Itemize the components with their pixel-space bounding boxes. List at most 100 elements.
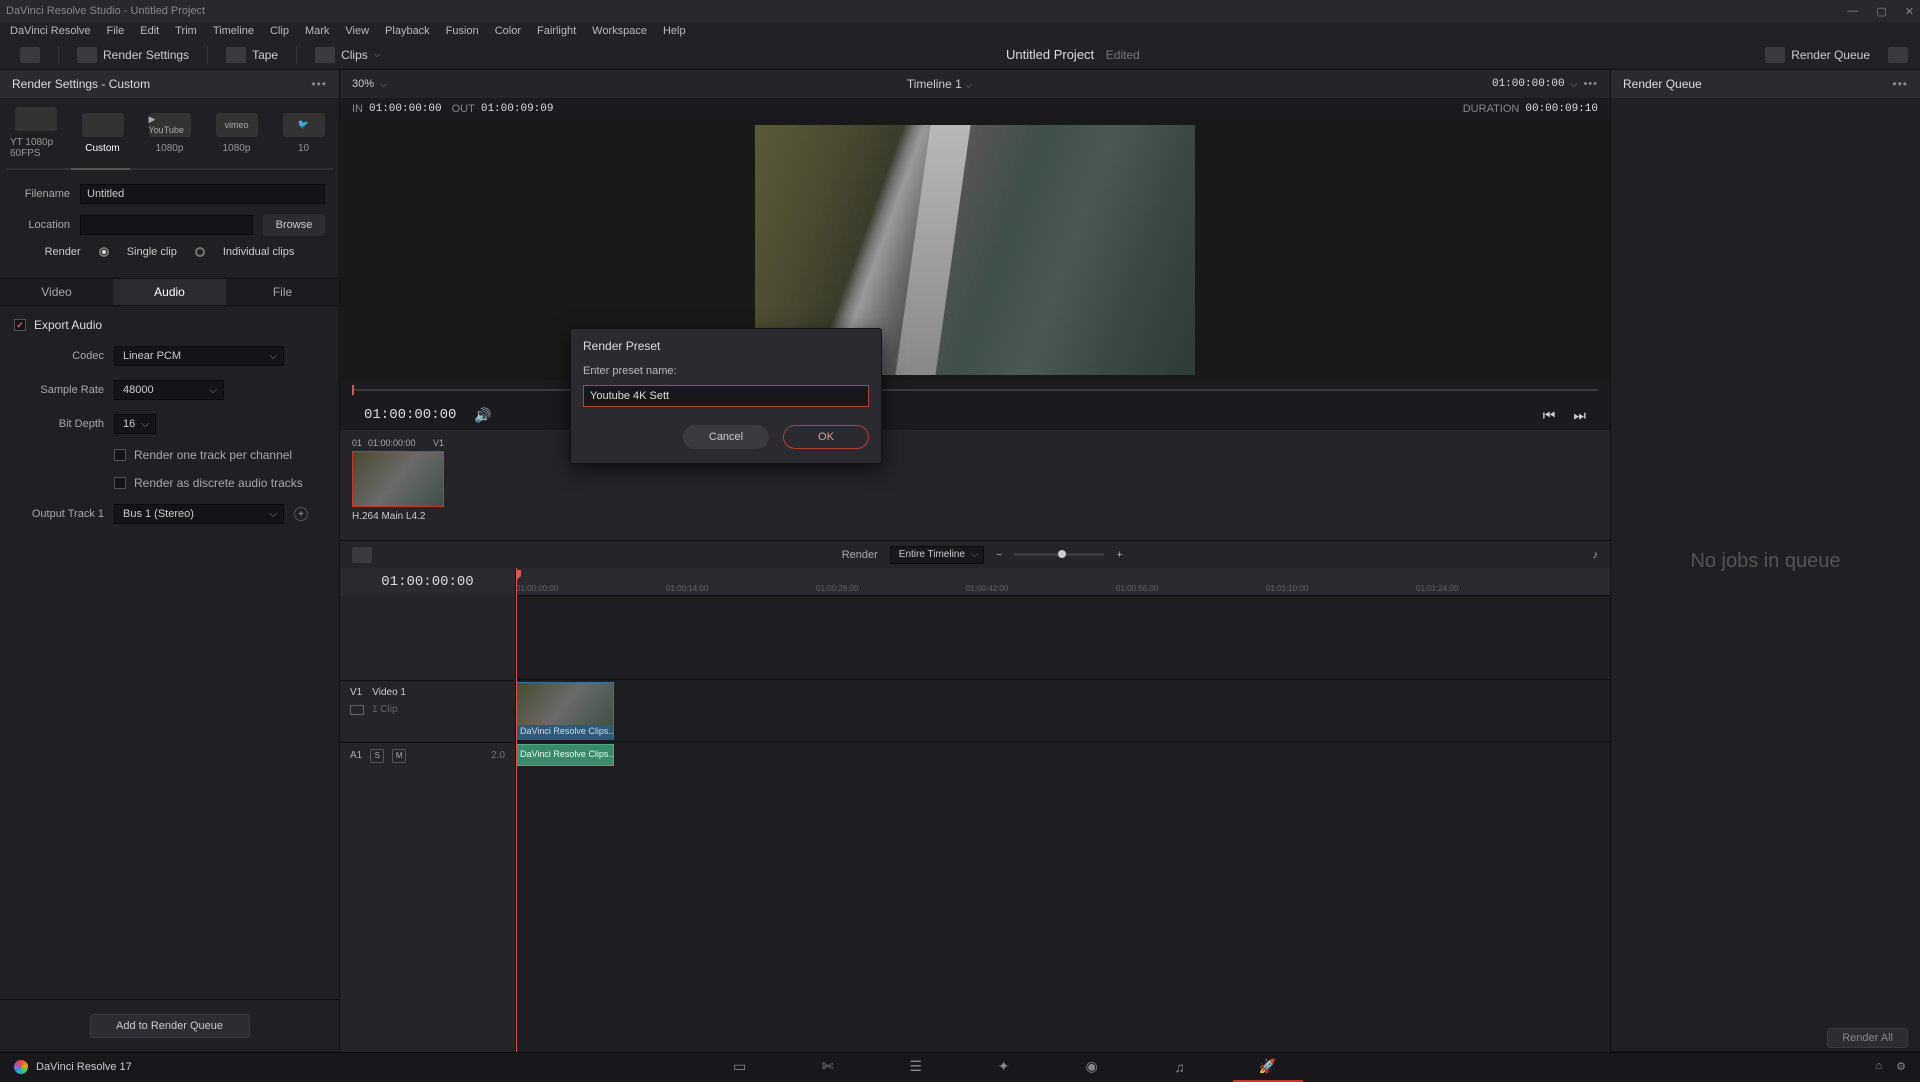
menu-view[interactable]: View: [345, 25, 369, 37]
viewer-timecode[interactable]: 01:00:00:00: [1492, 78, 1565, 90]
menu-fusion[interactable]: Fusion: [446, 25, 479, 37]
tab-file[interactable]: File: [226, 279, 339, 305]
menu-edit[interactable]: Edit: [140, 25, 159, 37]
render-all-button[interactable]: Render All: [1827, 1028, 1908, 1048]
clip-index: 01: [352, 438, 362, 448]
zoom-out-icon[interactable]: −: [996, 549, 1002, 561]
music-icon[interactable]: ♪: [1593, 549, 1599, 561]
export-audio-checkbox[interactable]: [14, 319, 26, 331]
clip-timecode: 01:00:00:00: [368, 438, 416, 448]
render-queue-title: Render Queue: [1623, 77, 1702, 91]
location-label: Location: [14, 219, 70, 231]
audio-track-header[interactable]: A1 S M 2.0: [340, 742, 515, 768]
cut-page-icon[interactable]: ✄: [819, 1058, 837, 1076]
viewer-timeline-name[interactable]: Timeline 1: [907, 77, 962, 91]
panel-menu-icon[interactable]: •••: [311, 77, 327, 91]
zoom-in-icon[interactable]: +: [1116, 549, 1122, 561]
in-label: IN: [352, 103, 363, 115]
render-one-track-checkbox[interactable]: [114, 449, 126, 461]
color-page-icon[interactable]: ◉: [1083, 1058, 1101, 1076]
codec-label: Codec: [14, 350, 104, 362]
solo-button[interactable]: S: [370, 749, 384, 763]
render-preset-dialog: Render Preset Enter preset name: Cancel …: [570, 328, 882, 464]
media-page-icon[interactable]: ▭: [731, 1058, 749, 1076]
edit-page-icon[interactable]: ☰: [907, 1058, 925, 1076]
tab-video[interactable]: Video: [0, 279, 113, 305]
menu-app[interactable]: DaVinci Resolve: [10, 25, 91, 37]
viewer-scrubber[interactable]: [340, 380, 1610, 400]
deliver-page-icon[interactable]: 🚀: [1259, 1058, 1277, 1076]
filename-label: Filename: [14, 188, 70, 200]
chevron-down-icon[interactable]: ⌵: [380, 79, 387, 90]
timeline-view-icon[interactable]: [352, 547, 372, 563]
individual-clips-radio[interactable]: [195, 247, 205, 257]
menu-workspace[interactable]: Workspace: [592, 25, 647, 37]
single-clip-radio[interactable]: [99, 247, 109, 257]
preset-twitter[interactable]: 🐦10: [278, 113, 329, 154]
deliver-icon-button[interactable]: [12, 45, 48, 65]
menu-color[interactable]: Color: [495, 25, 521, 37]
settings-icon[interactable]: ⚙: [1896, 1060, 1906, 1073]
location-input[interactable]: [80, 215, 253, 235]
home-icon[interactable]: ⌂: [1875, 1060, 1882, 1073]
add-to-render-queue-button[interactable]: Add to Render Queue: [90, 1014, 250, 1038]
tab-audio[interactable]: Audio: [113, 279, 226, 305]
bitdepth-dropdown[interactable]: 16: [114, 414, 156, 434]
render-range-dropdown[interactable]: Entire Timeline: [890, 546, 984, 564]
preset-name-input[interactable]: [583, 385, 869, 407]
menu-file[interactable]: File: [107, 25, 125, 37]
viewer-menu-icon[interactable]: •••: [1583, 78, 1598, 90]
mute-button[interactable]: M: [392, 749, 406, 763]
duration-label: DURATION: [1463, 103, 1520, 115]
render-range-label: Render: [842, 549, 878, 561]
render-queue-button[interactable]: Render Queue: [1757, 45, 1878, 65]
maximize-icon[interactable]: ▢: [1876, 5, 1886, 18]
expand-icon[interactable]: [1888, 47, 1908, 63]
timeline: 01:00:00:00 V1Video 1 1 Clip A1 S M 2.0 …: [340, 568, 1610, 1052]
menu-fairlight[interactable]: Fairlight: [537, 25, 576, 37]
preset-custom[interactable]: Custom: [77, 113, 128, 154]
viewer-zoom[interactable]: 30%: [352, 78, 374, 90]
codec-dropdown[interactable]: Linear PCM: [114, 346, 284, 366]
menu-playback[interactable]: Playback: [385, 25, 430, 37]
clips-button[interactable]: Clips⌵: [307, 45, 389, 65]
samplerate-dropdown[interactable]: 48000: [114, 380, 224, 400]
minimize-icon[interactable]: —: [1847, 5, 1858, 18]
clip-thumbnail[interactable]: 01 01:00:00:00 V1 H.264 Main L4.2: [352, 438, 444, 532]
audio-clip[interactable]: DaVinci Resolve Clips...: [516, 744, 614, 766]
menu-trim[interactable]: Trim: [175, 25, 197, 37]
ok-button[interactable]: OK: [783, 425, 869, 449]
prev-clip-icon[interactable]: ⏮: [1543, 407, 1556, 424]
fairlight-page-icon[interactable]: ♫: [1171, 1058, 1189, 1076]
playhead[interactable]: [516, 568, 517, 1052]
render-queue-panel: Render Queue ••• No jobs in queue Render…: [1610, 70, 1920, 1052]
cancel-button[interactable]: Cancel: [683, 425, 769, 449]
menu-mark[interactable]: Mark: [305, 25, 329, 37]
fusion-page-icon[interactable]: ✦: [995, 1058, 1013, 1076]
menu-clip[interactable]: Clip: [270, 25, 289, 37]
render-discrete-checkbox[interactable]: [114, 477, 126, 489]
output-track-dropdown[interactable]: Bus 1 (Stereo): [114, 504, 284, 524]
preset-youtube-1080p[interactable]: ▶ YouTube1080p: [144, 113, 195, 154]
clip-track: V1: [433, 438, 444, 448]
browse-button[interactable]: Browse: [263, 214, 325, 236]
menu-help[interactable]: Help: [663, 25, 686, 37]
close-icon[interactable]: ✕: [1905, 5, 1914, 18]
bitdepth-label: Bit Depth: [14, 418, 104, 430]
preset-vimeo-1080p[interactable]: vimeo1080p: [211, 113, 262, 154]
video-viewer[interactable]: [340, 120, 1610, 380]
video-clip[interactable]: DaVinci Resolve Clips...: [516, 682, 614, 740]
menu-timeline[interactable]: Timeline: [213, 25, 254, 37]
preset-yt1080p60[interactable]: YT 1080p 60FPS: [10, 107, 61, 159]
next-clip-icon[interactable]: ⏭: [1573, 407, 1586, 424]
filename-input[interactable]: [80, 184, 325, 204]
queue-menu-icon[interactable]: •••: [1892, 77, 1908, 91]
timeline-ruler[interactable]: 01:00:00:00 01:00:14:00 01:00:28:00 01:0…: [516, 568, 1610, 596]
add-track-button[interactable]: +: [294, 507, 308, 521]
render-settings-button[interactable]: Render Settings: [69, 45, 197, 65]
tape-button[interactable]: Tape: [218, 45, 286, 65]
individual-clips-label: Individual clips: [223, 246, 295, 258]
zoom-slider[interactable]: [1014, 553, 1104, 556]
volume-icon[interactable]: 🔊: [474, 407, 491, 424]
video-track-header[interactable]: V1Video 1 1 Clip: [340, 680, 515, 742]
